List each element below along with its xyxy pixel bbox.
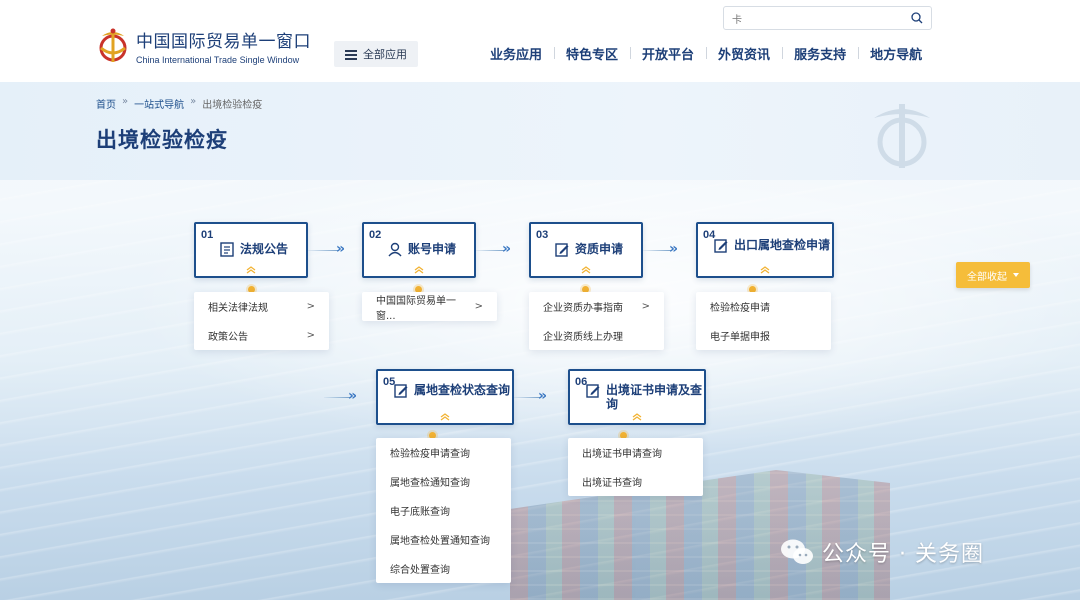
flow-arrow-icon: »: [348, 388, 358, 404]
step-number: 01: [201, 229, 214, 241]
step-01-menu: 相关法律法规 > 政策公告 >: [194, 292, 329, 350]
all-apps-label: 全部应用: [363, 48, 407, 61]
breadcrumb-separator: »: [122, 96, 129, 107]
edit-icon: [714, 239, 728, 253]
flow-connector: [643, 250, 671, 251]
step-04-menu: 检验检疫申请 电子单据申报: [696, 292, 831, 350]
nav-open-platform[interactable]: 开放平台: [630, 44, 706, 63]
wechat-icon: [781, 539, 813, 564]
flow-connector: [308, 250, 338, 251]
menu-item-policy[interactable]: 政策公告 >: [194, 321, 329, 350]
logo-title-cn: 中国国际贸易单一窗口: [136, 32, 311, 52]
menu-item-inspection-query[interactable]: 检验检疫申请查询: [376, 438, 511, 467]
edit-icon: [555, 243, 569, 257]
chevron-right-icon: >: [306, 301, 315, 312]
chevron-right-icon: >: [641, 301, 650, 312]
caret-down-icon: [1013, 273, 1019, 277]
collapse-up-icon[interactable]: [632, 413, 642, 421]
nav-local-navigation[interactable]: 地方导航: [858, 44, 934, 63]
step-04-export-inspection[interactable]: 04 出口属地查检申请: [696, 222, 834, 278]
menu-item-laws[interactable]: 相关法律法规 >: [194, 292, 329, 321]
breadcrumb-one-stop-nav[interactable]: 一站式导航: [134, 96, 184, 111]
site-logo[interactable]: 中国国际贸易单一窗口 China International Trade Sin…: [96, 26, 311, 66]
collapse-up-icon[interactable]: [414, 266, 424, 274]
document-icon: [220, 242, 234, 257]
flow-arrow-icon: »: [538, 388, 548, 404]
flow-connector: [324, 397, 350, 398]
chevron-right-icon: >: [474, 301, 483, 312]
chevron-right-icon: >: [306, 330, 315, 341]
menu-item-local-notice-query[interactable]: 属地查检通知查询: [376, 467, 511, 496]
site-header: 中国国际贸易单一窗口 China International Trade Sin…: [0, 0, 1080, 82]
step-01-regulations[interactable]: 01 法规公告: [194, 222, 308, 278]
search-input[interactable]: [732, 12, 911, 24]
menu-item-qualification-online[interactable]: 企业资质线上办理: [529, 321, 664, 350]
menu-item-ledger-query[interactable]: 电子底账查询: [376, 496, 511, 525]
flow-connector: [514, 397, 540, 398]
breadcrumb-current: 出境检验检疫: [202, 100, 263, 111]
main-nav: 业务应用 特色专区 开放平台 外贸资讯 服务支持 地方导航: [478, 44, 934, 63]
collapse-up-icon[interactable]: [760, 266, 770, 274]
menu-item-certificate-apply-query[interactable]: 出境证书申请查询: [568, 438, 703, 467]
step-03-menu: 企业资质办事指南 > 企业资质线上办理: [529, 292, 664, 350]
step-title: 账号申请: [408, 242, 457, 256]
flow-arrow-icon: »: [336, 241, 346, 257]
menu-item-comprehensive-query[interactable]: 综合处置查询: [376, 554, 511, 583]
breadcrumb-separator: »: [190, 96, 197, 107]
step-03-qualification[interactable]: 03 资质申请: [529, 222, 643, 278]
nav-featured-zone[interactable]: 特色专区: [554, 44, 630, 63]
collapse-up-icon[interactable]: [581, 266, 591, 274]
nav-business-apps[interactable]: 业务应用: [478, 44, 554, 63]
step-title: 资质申请: [575, 242, 624, 256]
nav-service-support[interactable]: 服务支持: [782, 44, 858, 63]
flow-arrow-icon: »: [502, 241, 512, 257]
wechat-watermark-text: 公众号 · 关务圈: [822, 542, 984, 567]
user-icon: [388, 242, 402, 257]
breadcrumb: 首页 » 一站式导航 » 出境检验检疫: [96, 96, 262, 111]
menu-icon: [345, 49, 357, 60]
flow-arrow-icon: »: [669, 241, 679, 257]
step-02-menu: 中国国际贸易单一窗... >: [362, 292, 497, 322]
menu-item-disposal-notice-query[interactable]: 属地查检处置通知查询: [376, 525, 511, 554]
menu-item-single-window[interactable]: 中国国际贸易单一窗... >: [362, 292, 497, 322]
collapse-up-icon[interactable]: [246, 266, 256, 274]
search-icon[interactable]: [911, 12, 923, 24]
wechat-watermark: 公众号 · 关务圈: [780, 536, 984, 568]
nav-trade-news[interactable]: 外贸资讯: [706, 44, 782, 63]
collapse-all-label: 全部收起: [967, 271, 1007, 283]
search-box: [723, 6, 932, 30]
menu-item-e-document[interactable]: 电子单据申报: [696, 321, 831, 350]
step-05-status-query[interactable]: 05 属地查检状态查询: [376, 369, 514, 425]
breadcrumb-home[interactable]: 首页: [96, 96, 116, 111]
step-number: 03: [536, 229, 549, 241]
logo-title-en: China International Trade Single Window: [136, 55, 300, 65]
step-05-menu: 检验检疫申请查询 属地查检通知查询 电子底账查询 属地查检处置通知查询 综合处置…: [376, 438, 511, 583]
step-title: 属地查检状态查询: [414, 383, 511, 397]
edit-icon: [586, 384, 600, 398]
logo-emblem-icon: [99, 28, 127, 62]
step-number: 02: [369, 229, 382, 241]
flow-connector: [476, 250, 504, 251]
collapse-all-button[interactable]: 全部收起: [956, 262, 1030, 288]
step-title: 出口属地查检申请: [734, 238, 831, 252]
step-06-menu: 出境证书申请查询 出境证书查询: [568, 438, 703, 496]
page-title: 出境检验检疫: [96, 128, 228, 152]
edit-icon: [394, 384, 408, 398]
menu-item-certificate-query[interactable]: 出境证书查询: [568, 467, 703, 496]
step-title: 出境证书申请及查询: [606, 383, 703, 411]
menu-item-qualification-guide[interactable]: 企业资质办事指南 >: [529, 292, 664, 321]
step-title: 法规公告: [240, 242, 289, 256]
step-06-certificate[interactable]: 06 出境证书申请及查询: [568, 369, 706, 425]
all-apps-button[interactable]: 全部应用: [334, 41, 418, 67]
collapse-up-icon[interactable]: [440, 413, 450, 421]
step-02-account[interactable]: 02 账号申请: [362, 222, 476, 278]
menu-item-inspection-apply[interactable]: 检验检疫申请: [696, 292, 831, 321]
banner-emblem-icon: [874, 104, 930, 168]
